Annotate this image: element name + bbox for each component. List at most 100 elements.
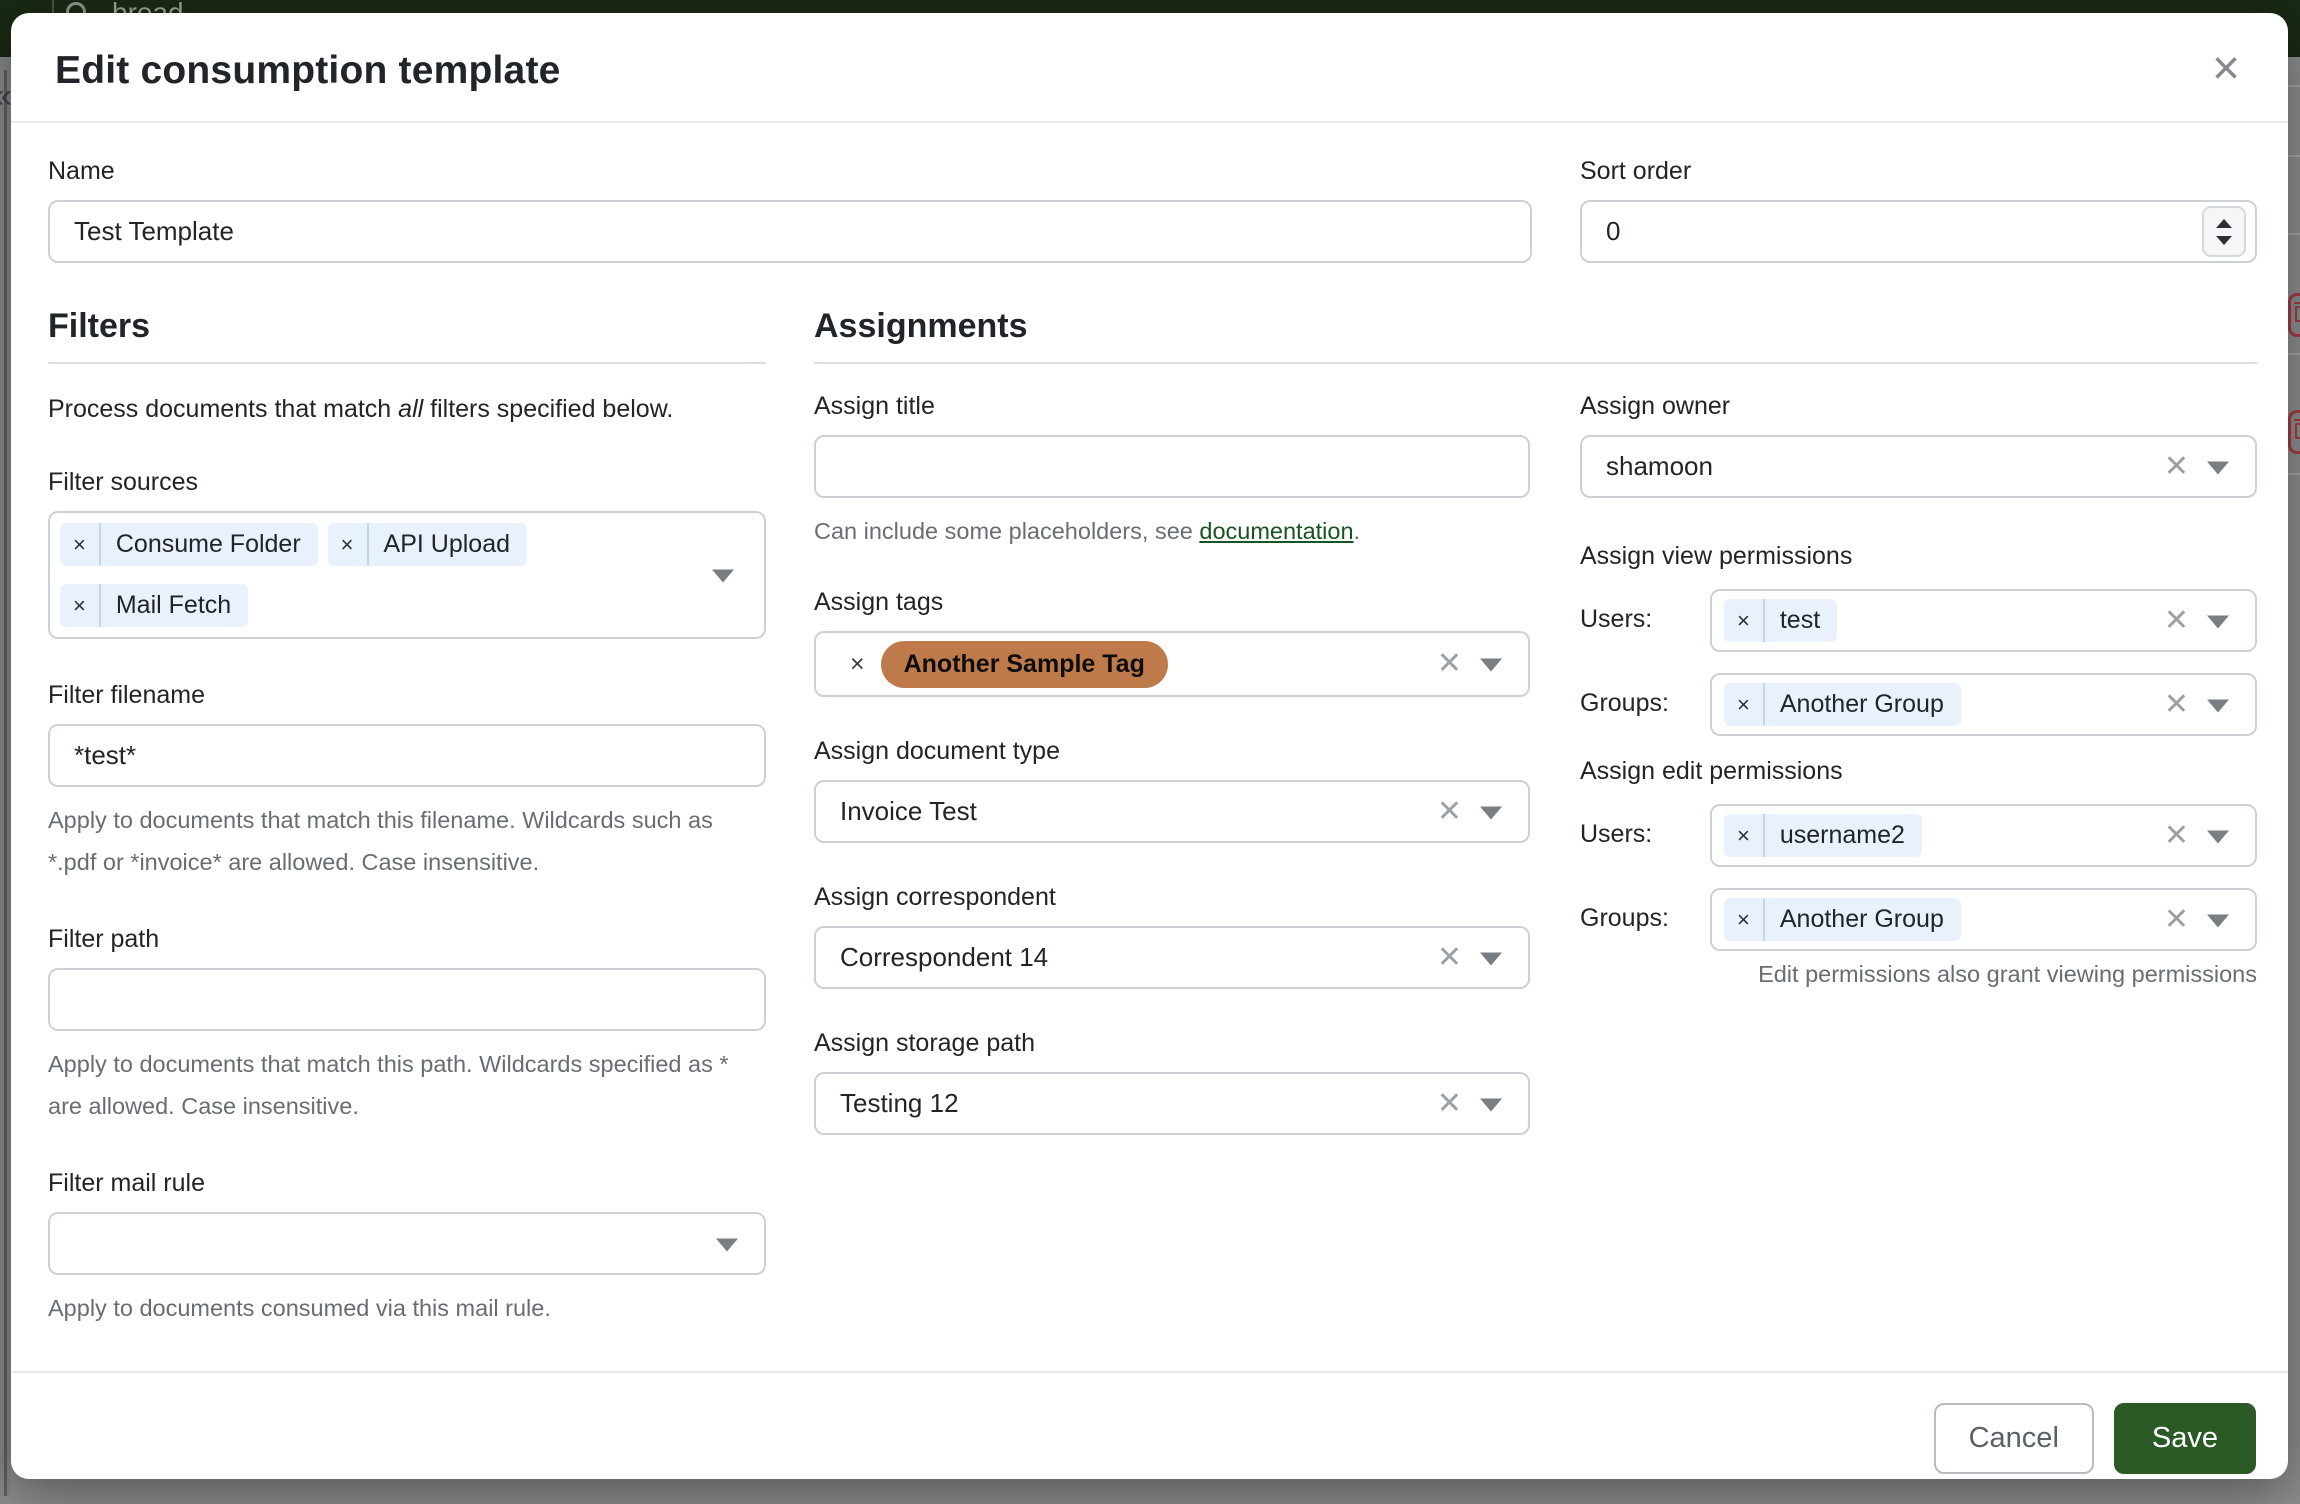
chevron-down-icon[interactable] [1480,806,1502,819]
sort-order-input[interactable] [1580,200,2257,263]
page-right-edge-dimmed [2288,57,2300,1496]
tag-badge: Another Sample Tag [881,641,1168,688]
chip-label: Mail Fetch [99,584,248,627]
select-value: Testing 12 [840,1088,959,1119]
sidebar-edge-line [4,70,7,1496]
assignments-heading: Assignments [814,307,2257,346]
clear-icon[interactable]: ✕ [1437,943,1462,973]
filter-path-help: Apply to documents that match this path.… [48,1043,766,1127]
remove-icon[interactable]: × [1724,685,1763,725]
clear-icon[interactable]: ✕ [1437,1089,1462,1119]
assign-document-type-select[interactable]: Invoice Test ✕ [814,780,1530,843]
cancel-button[interactable]: Cancel [1934,1403,2094,1474]
stepper-down-icon[interactable] [2216,236,2232,245]
selected-chip: × Mail Fetch [60,584,248,627]
trash-icon [2295,423,2300,439]
select-value: Correspondent 14 [840,942,1048,973]
chevron-down-icon[interactable] [2207,699,2229,712]
save-button[interactable]: Save [2114,1403,2256,1474]
table-row-divider [2288,353,2300,355]
trash-icon [2295,306,2300,322]
view-groups-select[interactable]: × Another Group ✕ [1710,673,2257,736]
close-icon[interactable]: × [2208,49,2244,89]
select-value: Invoice Test [840,796,977,827]
chevron-down-icon[interactable] [716,1238,738,1251]
number-stepper[interactable] [2202,206,2246,257]
chevron-down-icon[interactable] [1480,952,1502,965]
assign-correspondent-label: Assign correspondent [814,883,1530,912]
dialog-footer: Cancel Save [11,1371,2288,1504]
edit-users-select[interactable]: × username2 ✕ [1710,804,2257,867]
chevron-down-icon[interactable] [2207,615,2229,628]
assign-owner-select[interactable]: shamoon ✕ [1580,435,2257,498]
remove-icon[interactable]: × [60,525,99,565]
remove-icon[interactable]: × [1724,601,1763,641]
documentation-link[interactable]: documentation [1199,518,1353,544]
table-row-divider [2288,233,2300,235]
filters-intro: Process documents that match all filters… [48,392,766,426]
filter-filename-input[interactable] [48,724,766,787]
assign-owner-label: Assign owner [1580,392,2257,421]
assign-storage-path-select[interactable]: Testing 12 ✕ [814,1072,1530,1135]
dialog-body: Name Sort order Filters Process document… [11,123,2288,1371]
assign-storage-path-label: Assign storage path [814,1029,1530,1058]
selected-chip: × Consume Folder [60,523,318,566]
help-suffix: . [1354,518,1361,544]
assign-title-label: Assign title [814,392,1530,421]
page-left-edge-dimmed: « [0,57,11,1496]
filter-mail-rule-select[interactable] [48,1212,766,1275]
clear-icon[interactable]: ✕ [2164,452,2189,482]
dialog-title: Edit consumption template [55,49,561,93]
edit-groups-select[interactable]: × Another Group ✕ [1710,888,2257,951]
assign-tags-select[interactable]: × Another Sample Tag ✕ [814,631,1530,697]
filters-intro-suffix: filters specified below. [423,395,673,423]
remove-icon[interactable]: × [1724,816,1763,856]
assign-title-input[interactable] [814,435,1530,498]
chevron-down-icon[interactable] [2207,461,2229,474]
assign-correspondent-select[interactable]: Correspondent 14 ✕ [814,926,1530,989]
clear-icon[interactable]: ✕ [2164,905,2189,935]
filters-section: Filters Process documents that match all… [48,307,766,1371]
edit-permissions-label: Assign edit permissions [1580,757,2257,786]
name-input[interactable] [48,200,1532,263]
remove-icon[interactable]: × [60,586,99,626]
chevron-down-icon[interactable] [2207,914,2229,927]
table-row-divider [2288,85,2300,87]
remove-icon[interactable]: × [840,650,865,679]
filters-intro-prefix: Process documents that match [48,395,398,423]
delete-button[interactable] [2288,293,2300,337]
edit-permissions-help: Edit permissions also grant viewing perm… [1580,961,2257,988]
clear-icon[interactable]: ✕ [2164,606,2189,636]
chevron-down-icon[interactable] [1480,659,1502,672]
clear-icon[interactable]: ✕ [2164,821,2189,851]
selected-chip: × API Upload [328,523,527,566]
table-row-divider [2288,473,2300,475]
assign-tags-label: Assign tags [814,588,1530,617]
assignments-section: Assignments Assign title Can include som… [814,307,2257,1371]
remove-icon[interactable]: × [328,525,367,565]
sort-order-label: Sort order [1580,157,2257,186]
chevron-down-icon[interactable] [2207,830,2229,843]
assign-document-type-label: Assign document type [814,737,1530,766]
clear-icon[interactable]: ✕ [1437,649,1462,679]
selected-chip: × test [1724,599,1837,642]
chevron-down-icon[interactable] [1480,1098,1502,1111]
clear-icon[interactable]: ✕ [1437,797,1462,827]
chevron-down-icon[interactable] [712,570,734,583]
edit-users-label: Users: [1580,804,1710,867]
chip-label: API Upload [367,523,527,566]
filters-intro-italic: all [398,395,423,423]
filter-mail-rule-help: Apply to documents consumed via this mai… [48,1287,766,1329]
filter-sources-label: Filter sources [48,468,766,497]
stepper-up-icon[interactable] [2216,219,2232,228]
table-row-divider [2288,155,2300,157]
remove-icon[interactable]: × [1724,900,1763,940]
filter-path-label: Filter path [48,925,766,954]
filter-sources-select[interactable]: × Consume Folder × API Upload × Mail Fet… [48,511,766,639]
view-users-select[interactable]: × test ✕ [1710,589,2257,652]
delete-button[interactable] [2288,410,2300,454]
filters-divider [48,362,766,364]
clear-icon[interactable]: ✕ [2164,690,2189,720]
filter-path-input[interactable] [48,968,766,1031]
selected-chip: × Another Group [1724,683,1961,726]
